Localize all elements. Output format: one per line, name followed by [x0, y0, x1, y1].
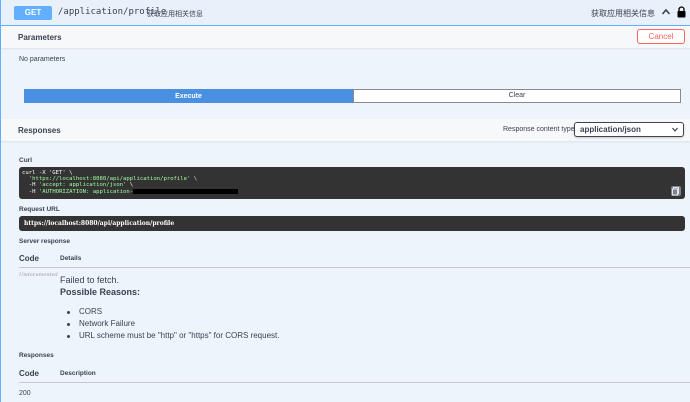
server-response-label: Server response — [19, 238, 70, 245]
list-item: Network Failure — [67, 318, 279, 330]
redacted-token — [133, 188, 239, 194]
responses-description-header: Description — [60, 370, 96, 377]
operation-block: GET /application/profile 获取应用相关信息 获取应用相关… — [0, 0, 690, 402]
undocumented-status: Undocumented — [19, 272, 58, 278]
request-url-label: Request URL — [19, 206, 60, 213]
curl-label: Curl — [19, 157, 32, 164]
response-content-type-select[interactable]: application/json — [574, 122, 684, 137]
response-code-200: 200 — [19, 390, 31, 397]
responses-label: Responses — [19, 352, 54, 359]
copy-icon[interactable] — [671, 186, 681, 196]
chevron-down-icon — [672, 127, 678, 132]
table-divider — [19, 267, 690, 268]
parameters-header: Parameters Cancel — [1, 26, 690, 48]
server-response-code-header: Code — [19, 254, 39, 263]
http-method-badge: GET — [14, 6, 52, 20]
responses-title: Responses — [18, 126, 61, 135]
execute-wrapper: Execute Clear — [24, 89, 681, 103]
summary-title: 获取应用相关信息 — [591, 9, 655, 18]
response-content-type-value: application/json — [580, 125, 641, 134]
execute-button[interactable]: Execute — [24, 89, 353, 103]
server-response-details-header: Details — [60, 255, 82, 262]
list-item: URL scheme must be "http" or "https" for… — [67, 330, 279, 342]
chevron-up-icon[interactable] — [661, 7, 671, 17]
list-item: CORS — [67, 306, 279, 318]
responses-code-header: Code — [19, 369, 39, 378]
curl-url: 'https://localhost:8080/api/application/… — [28, 176, 198, 183]
curl-header-authorization: 'AUTHORIZATION: application- — [38, 188, 134, 195]
endpoint-description: 获取应用相关信息 — [147, 11, 203, 18]
no-parameters-text: No parameters — [19, 56, 66, 63]
operation-summary[interactable]: GET /application/profile 获取应用相关信息 获取应用相关… — [1, 0, 690, 26]
error-reasons-list: CORS Network Failure URL scheme must be … — [67, 306, 279, 342]
error-subtitle: Possible Reasons: — [60, 287, 141, 297]
clear-button[interactable]: Clear — [353, 89, 681, 103]
error-title: Failed to fetch. — [60, 275, 120, 285]
curl-header-accept: 'accept: application/json' — [38, 182, 127, 189]
request-url-value[interactable]: https://localhost:8080/api/application/p… — [19, 216, 685, 231]
response-content-type-label: Response content type — [503, 126, 575, 133]
curl-command[interactable]: curl -X 'GET' \ 'https://localhost:8080/… — [19, 167, 685, 199]
cancel-button[interactable]: Cancel — [637, 29, 685, 44]
lock-icon[interactable] — [677, 6, 686, 18]
table-divider — [19, 382, 690, 383]
parameters-title: Parameters — [18, 33, 62, 42]
